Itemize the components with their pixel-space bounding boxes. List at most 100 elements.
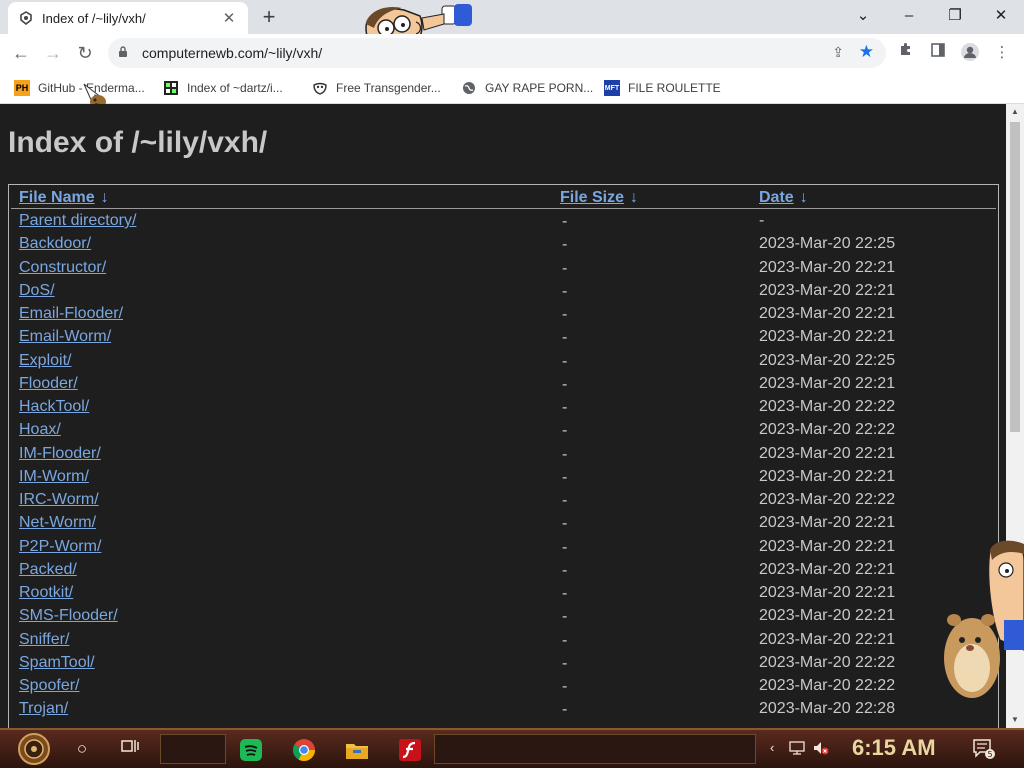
- task-view-icon[interactable]: [118, 738, 142, 762]
- table-row: Net-Worm/ - 2023-Mar-20 22:21: [9, 511, 998, 534]
- file-size: -: [562, 561, 568, 579]
- cortana-circle-icon[interactable]: ○: [70, 738, 94, 762]
- forward-arrow-icon[interactable]: →: [40, 41, 66, 65]
- file-size: -: [562, 282, 568, 300]
- tab-title: Index of /~lily/vxh/: [42, 10, 146, 26]
- file-table: File Name ↓ File Size ↓ Date ↓ Parent direc…: [8, 184, 999, 728]
- file-link[interactable]: Exploit/: [19, 352, 71, 370]
- menu-kebab-icon[interactable]: ⋮: [991, 42, 1013, 64]
- scrollbar-thumb[interactable]: [1010, 122, 1020, 432]
- share-icon[interactable]: ⇪: [832, 44, 844, 61]
- taskbar-slot: [434, 734, 756, 764]
- minimize-button[interactable]: –: [886, 0, 932, 30]
- file-link[interactable]: P2P-Worm/: [19, 538, 101, 556]
- file-date: 2023-Mar-20 22:21: [759, 560, 896, 578]
- bookmark-item[interactable]: GAY RAPE PORN...: [461, 76, 593, 100]
- mft-favicon-icon: MFT: [604, 80, 620, 96]
- file-size: -: [562, 654, 568, 672]
- file-link[interactable]: Sniffer/: [19, 631, 69, 649]
- side-panel-icon[interactable]: [927, 42, 949, 64]
- clock[interactable]: 6:15 AM: [852, 735, 936, 761]
- file-link[interactable]: SMS-Flooder/: [19, 607, 118, 625]
- file-link[interactable]: Net-Worm/: [19, 514, 96, 532]
- extensions-icon[interactable]: [895, 42, 917, 64]
- table-row: IRC-Worm/ - 2023-Mar-20 22:22: [9, 488, 998, 511]
- start-orb-icon[interactable]: [10, 732, 58, 766]
- scroll-down-icon[interactable]: ▼: [1006, 712, 1024, 728]
- bookmark-item[interactable]: PH GitHub - Enderma...: [14, 76, 145, 100]
- table-row: Exploit/ - 2023-Mar-20 22:25: [9, 349, 998, 372]
- file-link[interactable]: IM-Flooder/: [19, 445, 101, 463]
- file-date: 2023-Mar-20 22:21: [759, 328, 896, 346]
- spotify-icon[interactable]: [238, 737, 264, 763]
- file-date: 2023-Mar-20 22:21: [759, 537, 896, 555]
- column-header-date[interactable]: Date ↓: [759, 189, 808, 207]
- file-link[interactable]: Packed/: [19, 561, 77, 579]
- column-header-name[interactable]: File Name ↓: [19, 189, 109, 207]
- file-link[interactable]: DoS/: [19, 282, 55, 300]
- file-date: 2023-Mar-20 22:25: [759, 351, 896, 369]
- browser-tab[interactable]: Index of /~lily/vxh/ ✕: [8, 2, 248, 34]
- file-size: -: [562, 608, 568, 626]
- file-link[interactable]: Parent directory/: [19, 212, 136, 230]
- network-icon[interactable]: [788, 740, 806, 759]
- scroll-up-icon[interactable]: ▲: [1006, 104, 1024, 120]
- table-row: HackTool/ - 2023-Mar-20 22:22: [9, 395, 998, 418]
- profile-avatar-icon[interactable]: [959, 42, 981, 64]
- address-bar[interactable]: computernewb.com/~lily/vxh/ ⇪ ★: [108, 38, 886, 68]
- file-date: 2023-Mar-20 22:25: [759, 235, 896, 253]
- file-explorer-icon[interactable]: [344, 737, 370, 763]
- file-date: 2023-Mar-20 22:21: [759, 444, 896, 462]
- file-link[interactable]: HackTool/: [19, 398, 89, 416]
- file-link[interactable]: SpamTool/: [19, 654, 95, 672]
- grid-icon: [163, 80, 179, 96]
- lock-icon[interactable]: [118, 45, 136, 61]
- tray-overflow-icon[interactable]: ‹: [770, 740, 774, 755]
- chrome-icon[interactable]: [291, 737, 317, 763]
- file-size: -: [562, 399, 568, 416]
- file-link[interactable]: Rootkit/: [19, 584, 73, 602]
- file-link[interactable]: Email-Worm/: [19, 328, 111, 346]
- tab-close-icon[interactable]: ✕: [220, 9, 238, 27]
- reload-icon[interactable]: ↻: [72, 41, 98, 65]
- bookmark-star-icon[interactable]: ★: [859, 42, 874, 62]
- bookmark-label: Index of ~dartz/i...: [187, 81, 283, 95]
- file-link[interactable]: Backdoor/: [19, 235, 91, 253]
- file-link[interactable]: IM-Worm/: [19, 468, 89, 486]
- bookmarks-bar: PH GitHub - Enderma... Index of ~dartz/i…: [0, 72, 1024, 104]
- close-window-button[interactable]: ✕: [978, 0, 1024, 30]
- file-size: -: [562, 631, 568, 649]
- notifications-icon[interactable]: 5: [972, 738, 996, 763]
- bookmark-item[interactable]: Index of ~dartz/i...: [163, 76, 283, 100]
- file-link[interactable]: Email-Flooder/: [19, 305, 123, 323]
- file-link[interactable]: IRC-Worm/: [19, 491, 99, 509]
- file-link[interactable]: Trojan/: [19, 700, 68, 718]
- file-size: -: [562, 329, 568, 347]
- back-arrow-icon[interactable]: ←: [8, 41, 34, 65]
- file-size: -: [562, 468, 568, 486]
- globe-icon: [461, 80, 477, 96]
- bookmark-item[interactable]: MFT FILE ROULETTE: [604, 76, 721, 100]
- file-link[interactable]: Hoax/: [19, 421, 61, 439]
- file-date: 2023-Mar-20 22:21: [759, 374, 896, 392]
- sort-arrow-icon[interactable]: ↓: [800, 189, 808, 207]
- file-link[interactable]: Spoofer/: [19, 677, 79, 695]
- table-row: Packed/ - 2023-Mar-20 22:21: [9, 558, 998, 581]
- flash-icon[interactable]: [397, 737, 423, 763]
- restore-button[interactable]: ❐: [932, 0, 978, 30]
- table-row: P2P-Worm/ - 2023-Mar-20 22:21: [9, 535, 998, 558]
- column-header-size[interactable]: File Size ↓: [560, 189, 638, 207]
- taskbar-slot: [160, 734, 226, 764]
- file-link[interactable]: Flooder/: [19, 375, 78, 393]
- table-row: DoS/ - 2023-Mar-20 22:21: [9, 279, 998, 302]
- bookmark-item[interactable]: Free Transgender...: [312, 76, 441, 100]
- sort-arrow-icon[interactable]: ↓: [101, 189, 109, 207]
- table-row: Email-Flooder/ - 2023-Mar-20 22:21: [9, 302, 998, 325]
- url-text[interactable]: computernewb.com/~lily/vxh/: [142, 45, 322, 61]
- file-link[interactable]: Constructor/: [19, 259, 106, 277]
- new-tab-button[interactable]: +: [256, 5, 282, 31]
- tab-search-button[interactable]: ⌄: [840, 0, 886, 30]
- volume-muted-icon[interactable]: [812, 740, 830, 759]
- file-date: 2023-Mar-20 22:21: [759, 281, 896, 299]
- sort-arrow-icon[interactable]: ↓: [630, 189, 638, 207]
